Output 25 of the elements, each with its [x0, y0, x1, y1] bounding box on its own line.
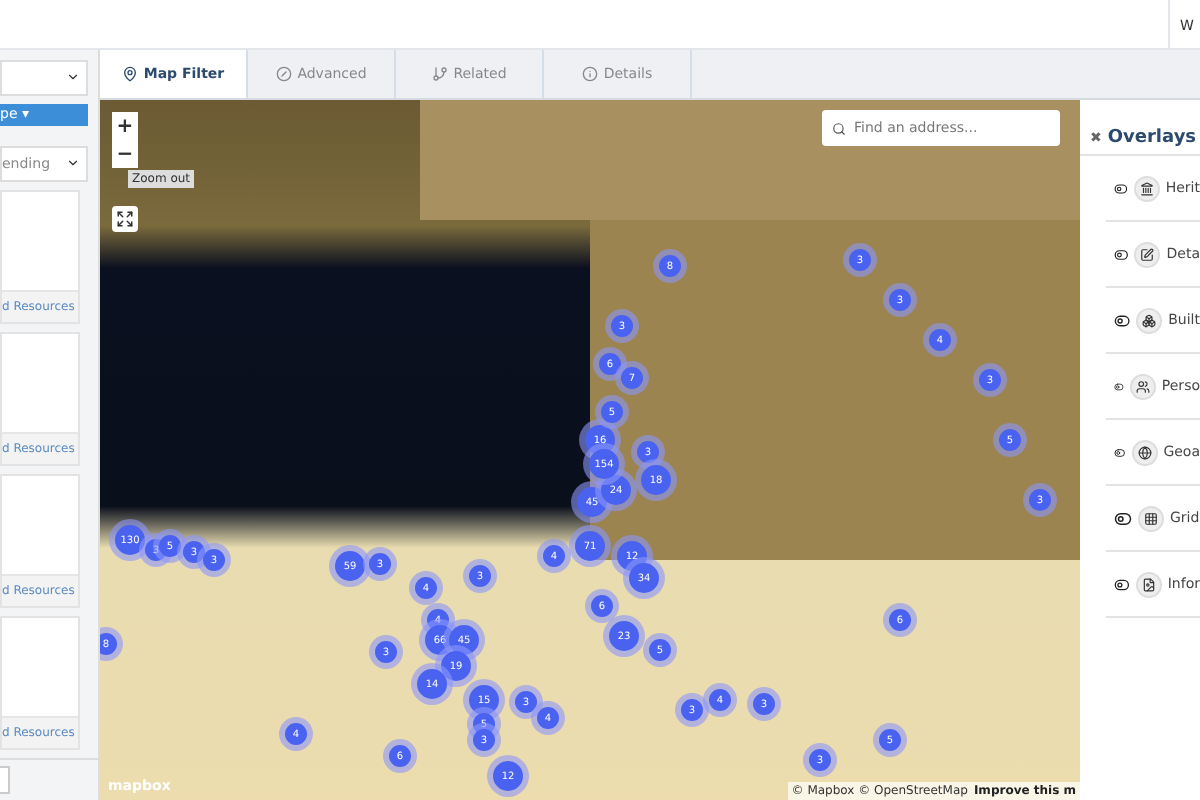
branch-icon: [431, 66, 448, 82]
map-pin-icon: [121, 66, 138, 82]
boxes-icon: [1142, 313, 1157, 327]
toggle-icon[interactable]: [1114, 443, 1126, 461]
landmark-icon: [1139, 181, 1154, 195]
toggle-icon[interactable]: [1114, 179, 1128, 197]
users-icon: [1135, 379, 1150, 393]
toggle-icon[interactable]: [1114, 509, 1132, 527]
caret-icon: [66, 70, 80, 85]
image-file-icon: [1141, 577, 1156, 591]
satellite-map[interactable]: [100, 100, 1080, 800]
toggle-icon[interactable]: [1114, 245, 1129, 263]
panel-title: Overlays: [1107, 127, 1197, 147]
toggle-icon[interactable]: [1114, 311, 1131, 329]
fullscreen-button[interactable]: [112, 206, 138, 232]
info-icon: [581, 66, 598, 82]
circle-icon: [275, 66, 292, 82]
caret-icon: [66, 156, 80, 171]
edit-icon: [1140, 247, 1155, 261]
expand-icon: [116, 210, 134, 228]
search-icon: [832, 121, 846, 135]
toggle-icon[interactable]: [1114, 377, 1124, 395]
globe-icon: [1137, 445, 1152, 459]
toggle-icon[interactable]: [1114, 575, 1130, 593]
grid-icon: [1144, 511, 1158, 525]
